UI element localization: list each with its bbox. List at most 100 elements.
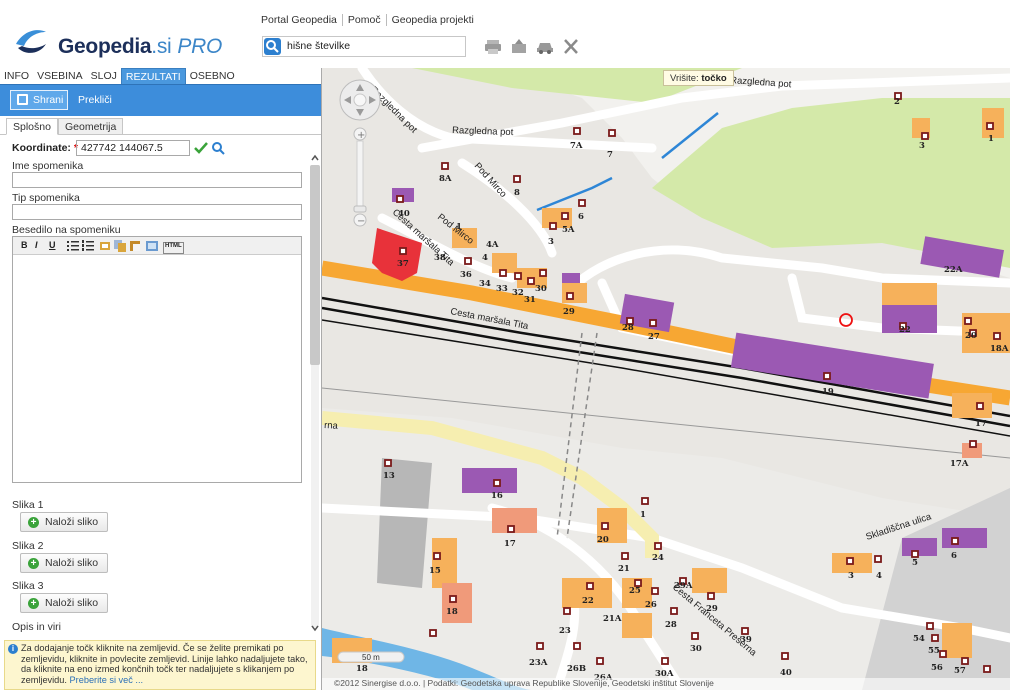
svg-text:32: 32 [512, 288, 524, 298]
svg-text:−: − [357, 216, 365, 227]
upload-image2-button[interactable]: + Naloži sliko [20, 553, 108, 573]
search-icon[interactable] [264, 38, 281, 55]
svg-text:8: 8 [514, 188, 520, 198]
svg-text:54: 54 [913, 634, 925, 644]
svg-text:18: 18 [356, 664, 368, 674]
zoom-handle [353, 205, 367, 213]
svg-text:16: 16 [491, 491, 503, 501]
bullet-list-icon[interactable] [67, 240, 79, 252]
image-icon[interactable] [146, 240, 158, 252]
svg-text:18A: 18A [990, 344, 1009, 354]
html-button[interactable]: HTML [163, 242, 184, 254]
save-label: Shrani [33, 94, 64, 106]
svg-text:27: 27 [648, 332, 660, 342]
svg-text:4: 4 [482, 253, 488, 263]
svg-text:2: 2 [894, 97, 900, 107]
tab-sloj[interactable]: SLOJ [87, 68, 121, 84]
search-input[interactable]: hišne številke [287, 40, 350, 52]
text-label: Besedilo na spomeniku [12, 224, 121, 236]
svg-text:1: 1 [988, 134, 994, 144]
map-copyright: ©2012 Sinergise d.o.o. | Podatki: Geodet… [322, 678, 1010, 690]
street-label: rna [324, 420, 339, 432]
name-input[interactable] [12, 172, 302, 188]
cut-icon[interactable] [99, 240, 111, 252]
svg-text:20: 20 [965, 331, 977, 341]
svg-text:13: 13 [383, 471, 395, 481]
link-projects[interactable]: Geopedia projekti [387, 14, 479, 26]
locate-search-icon[interactable] [211, 141, 225, 155]
svg-text:+: + [357, 130, 365, 141]
svg-text:8A: 8A [439, 174, 452, 184]
svg-text:29A: 29A [674, 581, 693, 591]
link-help[interactable]: Pomoč [343, 14, 387, 26]
logo-text: Geopedia.si PRO [58, 35, 222, 59]
logo[interactable]: Geopedia.si PRO [14, 24, 224, 64]
tab-geometrija[interactable]: Geometrija [58, 118, 124, 135]
info-icon: i [8, 644, 18, 654]
print-icon[interactable] [482, 36, 504, 57]
numbered-list-icon[interactable] [82, 240, 94, 252]
tab-osebno[interactable]: OSEBNO [186, 68, 239, 84]
svg-text:22: 22 [899, 325, 911, 335]
underline-button[interactable]: U [49, 240, 56, 252]
svg-text:40: 40 [780, 668, 792, 678]
svg-text:28: 28 [665, 620, 677, 630]
save-button[interactable]: Shrani [10, 90, 68, 110]
coordinates-input[interactable]: 427742 144067.5 [76, 140, 190, 156]
svg-text:19: 19 [822, 387, 834, 397]
svg-text:15: 15 [429, 566, 441, 576]
italic-button[interactable]: I [35, 240, 38, 252]
bold-button[interactable]: B [21, 240, 28, 252]
street-label: Pod Mirco [472, 161, 509, 200]
tab-info[interactable]: INFO [0, 68, 33, 84]
draw-mode-tooltip: Vrišite: točko [663, 70, 734, 86]
copy-icon[interactable] [114, 240, 126, 252]
logo-suffix: .si [151, 35, 172, 58]
svg-text:3: 3 [548, 237, 554, 247]
tools-icon[interactable] [560, 36, 582, 57]
scroll-down-icon[interactable] [310, 623, 320, 633]
upload-image3-button[interactable]: + Naloži sliko [20, 593, 108, 613]
image3-label: Slika 3 [12, 580, 44, 592]
tab-rezultati[interactable]: REZULTATI [120, 68, 186, 84]
map-canvas[interactable]: Razgledna pot Razgledna pot Razgledna po… [322, 68, 1010, 690]
draw-mode-value: točko [701, 73, 727, 84]
link-portal[interactable]: Portal Geopedia [256, 14, 343, 26]
top-links: Portal Geopedia Pomoč Geopedia projekti [256, 14, 479, 26]
street-label: Razgledna pot [452, 125, 514, 138]
svg-text:17A: 17A [950, 459, 969, 469]
export-icon[interactable] [508, 36, 530, 57]
confirm-check-icon[interactable] [194, 142, 208, 154]
cancel-button[interactable]: Prekliči [78, 94, 112, 106]
svg-text:18: 18 [446, 607, 458, 617]
search-box[interactable]: hišne številke [262, 36, 466, 57]
map-view[interactable]: Razgledna pot Razgledna pot Razgledna po… [322, 68, 1010, 690]
scroll-thumb[interactable] [310, 165, 320, 365]
svg-text:28: 28 [622, 323, 634, 333]
stream [536, 176, 613, 212]
tab-splosno[interactable]: Splošno [6, 118, 58, 135]
type-input[interactable] [12, 204, 302, 220]
zoom-slider [356, 140, 364, 212]
read-more-link[interactable]: Preberite si več ... [70, 675, 144, 685]
svg-text:25: 25 [629, 586, 641, 596]
map-navigation[interactable]: + − [337, 78, 383, 228]
rich-text-editor[interactable]: B I U HTML [12, 236, 302, 483]
save-icon [17, 94, 28, 105]
svg-text:29: 29 [563, 307, 575, 317]
car-icon[interactable] [534, 36, 556, 57]
paste-icon[interactable] [129, 240, 141, 252]
svg-text:55: 55 [928, 646, 940, 656]
svg-text:50 m: 50 m [362, 653, 380, 662]
logo-name: Geopedia [58, 35, 152, 58]
tab-vsebina[interactable]: VSEBINA [33, 68, 87, 84]
svg-text:23A: 23A [529, 658, 548, 668]
scroll-up-icon[interactable] [310, 153, 320, 163]
upload-image1-button[interactable]: + Naloži sliko [20, 512, 108, 532]
editor-toolbar: B I U HTML [13, 237, 301, 255]
svg-text:21A: 21A [603, 614, 622, 624]
scale-bar: 50 m [336, 650, 406, 664]
panel-scrollbar[interactable] [310, 153, 320, 633]
main-tabs: INFO VSEBINA SLOJ REZULTATI OSEBNO [0, 68, 321, 84]
header: Geopedia.si PRO Portal Geopedia Pomoč Geo… [0, 0, 1010, 68]
